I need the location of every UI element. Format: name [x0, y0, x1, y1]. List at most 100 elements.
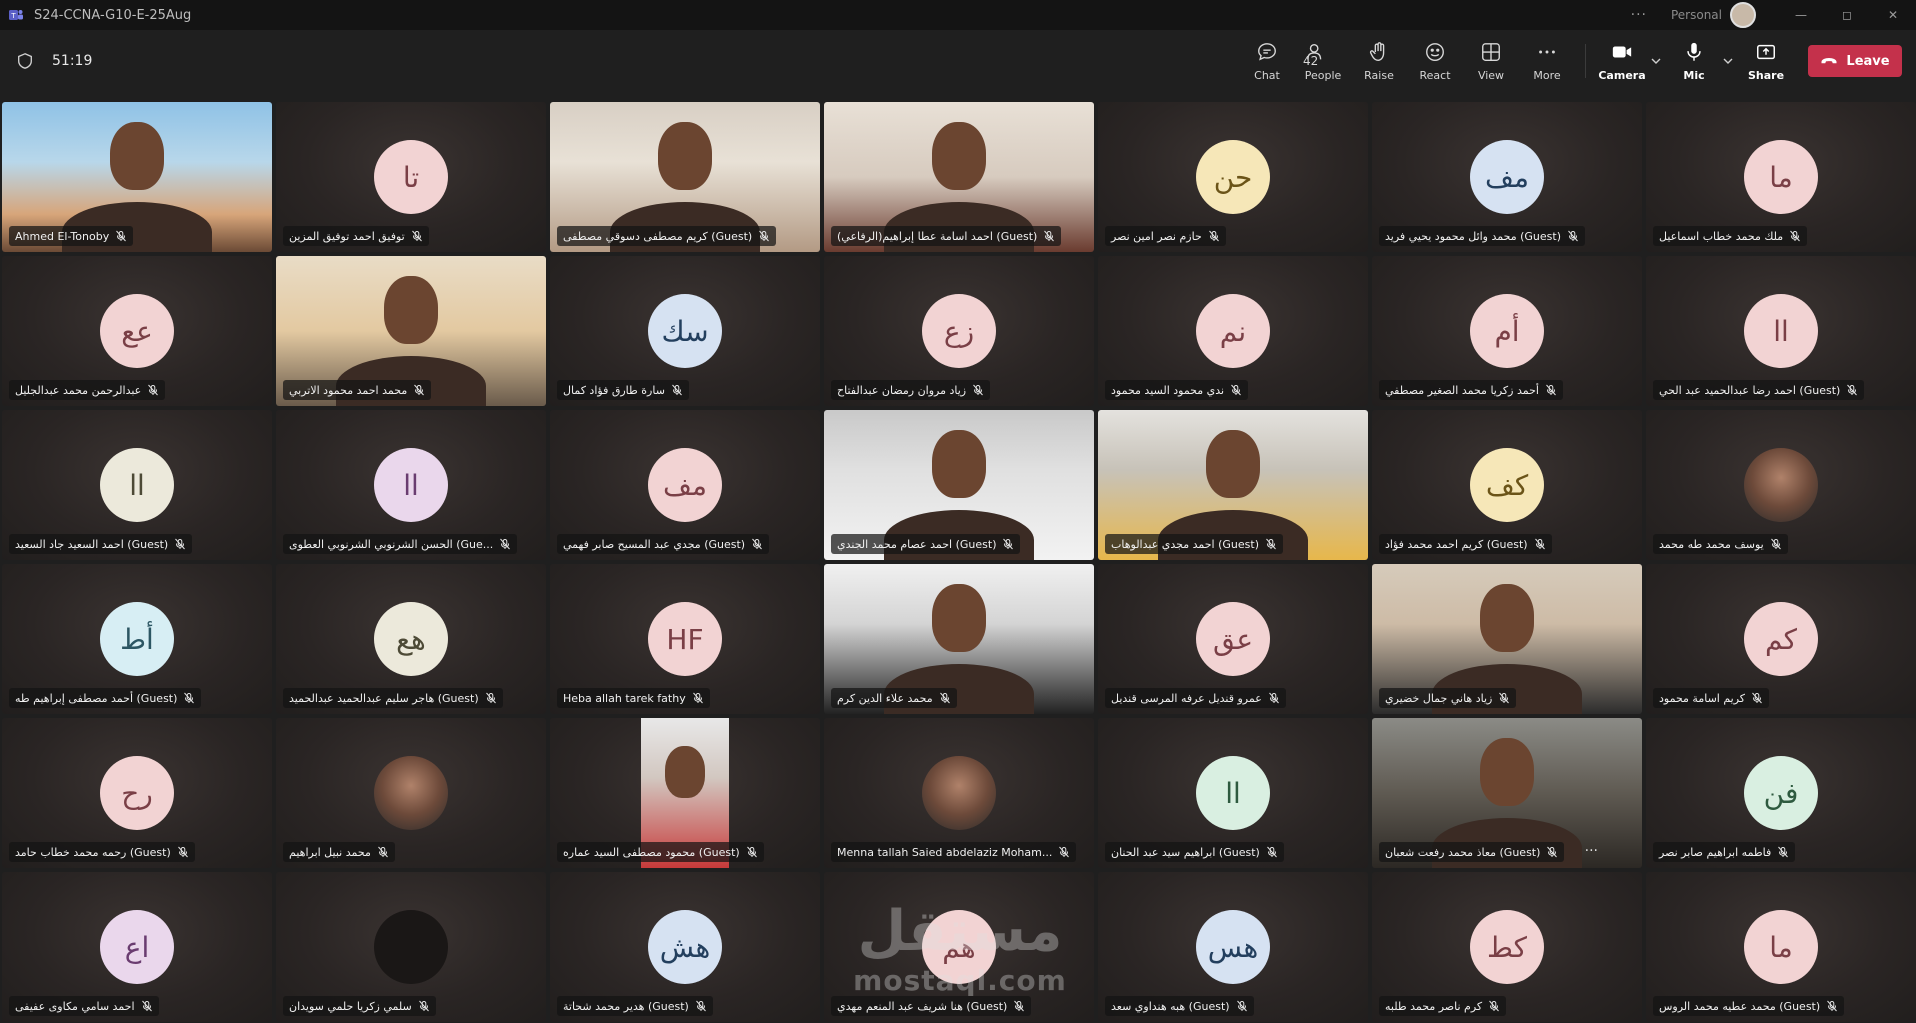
more-options-icon[interactable]: ··· — [1631, 7, 1647, 23]
participant-tile[interactable]: ما محمد عطيه محمد الروس (Guest) — [1646, 872, 1916, 1022]
participant-name: مجدي عبد المسيح صابر فهمي (Guest) — [563, 537, 746, 551]
participant-tile[interactable]: احمد اسامة عطا إبراهيم(الرفاعي) (Guest) — [824, 102, 1094, 252]
leave-button[interactable]: Leave — [1808, 45, 1902, 77]
participant-tile[interactable]: مف محمد وائل محمود يحيي فريد (Guest) — [1372, 102, 1642, 252]
participant-tile[interactable]: احمد مجدي عبدالوهاب (Guest) — [1098, 410, 1368, 560]
participant-tile[interactable]: كريم مصطفى دسوقي مصطفى (Guest) — [550, 102, 820, 252]
mic-muted-icon — [116, 230, 127, 242]
profile-label[interactable]: Personal — [1671, 8, 1722, 22]
participant-tile[interactable]: معاذ محمد رفعت شعبان (Guest) ··· — [1372, 718, 1642, 868]
mic-muted-icon — [1778, 846, 1789, 858]
participant-tile[interactable]: زياد هاني جمال خضيري — [1372, 564, 1642, 714]
participant-tile[interactable]: هش هدير محمد شحاتة (Guest) — [550, 872, 820, 1022]
participant-tile[interactable]: محمد نبيل ابراهيم — [276, 718, 546, 868]
participant-tile[interactable]: تا توفيق احمد توفيق المزين — [276, 102, 546, 252]
avatar — [922, 756, 996, 830]
avatar: كم — [1744, 602, 1818, 676]
mic-muted-icon — [148, 384, 159, 396]
mic-muted-icon — [1499, 692, 1510, 704]
participant-tile[interactable]: ما ملك محمد خطاب اسماعيل — [1646, 102, 1916, 252]
participant-tile[interactable]: هع هاجر سليم عبدالحميد عبدالحميد (Guest) — [276, 564, 546, 714]
participant-more-options-icon[interactable]: ··· — [1585, 843, 1598, 859]
avatar: مف — [1470, 140, 1544, 214]
participant-name: سارة طارق فؤاد كمال — [563, 383, 665, 397]
participant-name: محمد نبيل ابراهيم — [289, 845, 371, 859]
camera-button[interactable]: Camera — [1596, 30, 1648, 92]
participant-tile[interactable]: سك سارة طارق فؤاد كمال — [550, 256, 820, 406]
participant-tile[interactable]: اع احمد سامي مكاوى عفيفى — [2, 872, 272, 1022]
avatar: HF — [648, 602, 722, 676]
mic-muted-icon — [500, 538, 511, 550]
participant-tile[interactable]: كم كريم اسامة محمود — [1646, 564, 1916, 714]
participant-tile[interactable]: عق عمرو قنديل عرفه المرسى قنديل — [1098, 564, 1368, 714]
participant-tile[interactable]: أم أحمد زكريا محمد الصغير مصطفي — [1372, 256, 1642, 406]
participant-name: Menna tallah Saied abdelaziz Moham... — [837, 845, 1053, 859]
minimize-icon[interactable]: — — [1778, 0, 1824, 30]
participant-tile[interactable]: محمد علاء الدين كرم — [824, 564, 1094, 714]
participant-tile[interactable]: فن فاطمه ابراهيم صابر نصر — [1646, 718, 1916, 868]
participant-tile[interactable]: رح رحمه محمد خطاب حامد (Guest) — [2, 718, 272, 868]
participant-tile[interactable]: محمود مصطفى السيد عماره (Guest) — [550, 718, 820, 868]
participant-tile[interactable]: Menna tallah Saied abdelaziz Moham... — [824, 718, 1094, 868]
participant-name: كرم ناصر محمد طلبه — [1385, 999, 1483, 1013]
participant-video-head — [665, 746, 705, 798]
mic-muted-icon — [1059, 846, 1070, 858]
people-button[interactable]: 42 People — [1295, 30, 1351, 92]
participant-tile[interactable]: عع عبدالرحمن محمد عبدالجليل — [2, 256, 272, 406]
participant-tile[interactable]: هس هبه هنداوي سعد (Guest) — [1098, 872, 1368, 1022]
participant-nameplate: Heba allah tarek fathy — [557, 688, 710, 708]
chat-button[interactable]: Chat — [1239, 30, 1295, 92]
participant-tile[interactable]: اا احمد السعيد جاد السعيد (Guest) — [2, 410, 272, 560]
mic-muted-icon — [752, 538, 762, 550]
raise-hand-button[interactable]: Raise — [1351, 30, 1407, 92]
participant-tile[interactable]: نم ندي محمود السيد محمود — [1098, 256, 1368, 406]
participant-tile[interactable]: اا الحسن الشرنوبي الشرنوبي العطوى (Gue... — [276, 410, 546, 560]
participant-nameplate: كريم مصطفى دسوقي مصطفى (Guest) — [557, 226, 777, 246]
react-button[interactable]: React — [1407, 30, 1463, 92]
participant-name: الحسن الشرنوبي الشرنوبي العطوى (Gue... — [289, 537, 494, 551]
avatar: أط — [100, 602, 174, 676]
participant-name: احمد السعيد جاد السعيد (Guest) — [15, 537, 169, 551]
view-button[interactable]: View — [1463, 30, 1519, 92]
shield-icon[interactable] — [16, 52, 34, 70]
svg-text:T: T — [10, 12, 16, 20]
participant-tile[interactable]: زع زياد مروان رمضان عبدالفتاح — [824, 256, 1094, 406]
participant-name: زياد هاني جمال خضيري — [1385, 691, 1493, 705]
participant-tile[interactable]: مف مجدي عبد المسيح صابر فهمي (Guest) — [550, 410, 820, 560]
share-button[interactable]: Share — [1740, 30, 1792, 92]
participant-video-feed — [1480, 584, 1534, 652]
grid-view-icon — [1482, 42, 1500, 61]
participant-tile[interactable]: Ahmed El-Tonoby — [2, 102, 272, 252]
participant-tile[interactable]: أط أحمد مصطفى إبراهيم طه (Guest) — [2, 564, 272, 714]
participant-nameplate: فاطمه ابراهيم صابر نصر — [1653, 842, 1796, 862]
maximize-icon[interactable]: ◻ — [1824, 0, 1870, 30]
participant-nameplate: احمد عصام محمد الجندي (Guest) — [831, 534, 1021, 554]
participant-tile[interactable]: كف كريم احمد محمد فؤاد (Guest) — [1372, 410, 1642, 560]
participant-nameplate: محمد عطيه محمد الروس (Guest) — [1653, 996, 1845, 1016]
participant-tile[interactable]: يوسف محمد طه محمد — [1646, 410, 1916, 560]
participant-tile[interactable]: حن حازم نصر امين نصر — [1098, 102, 1368, 252]
avatar: رح — [100, 756, 174, 830]
participant-tile[interactable]: احمد عصام محمد الجندي (Guest) — [824, 410, 1094, 560]
close-icon[interactable]: ✕ — [1870, 0, 1916, 30]
participant-tile[interactable]: محمد احمد محمود الاتربي — [276, 256, 546, 406]
mic-muted-icon — [1790, 230, 1801, 242]
mic-muted-icon — [973, 384, 983, 396]
camera-options-button[interactable] — [1648, 30, 1664, 92]
participant-name: عمرو قنديل عرفه المرسى قنديل — [1111, 691, 1262, 705]
mic-button[interactable]: Mic — [1668, 30, 1720, 92]
leave-label: Leave — [1846, 53, 1890, 69]
participant-tile[interactable]: اا ابراهيم سيد عبد الحنان (Guest) — [1098, 718, 1368, 868]
participant-tile[interactable]: هم هنا شريف عبد المنعم مهدي (Guest) — [824, 872, 1094, 1022]
share-icon — [1757, 44, 1775, 59]
participant-tile[interactable]: HF Heba allah tarek fathy — [550, 564, 820, 714]
participant-tile[interactable]: سلمي زكريا حلمي سويدان — [276, 872, 546, 1022]
microphone-icon — [1687, 42, 1701, 61]
participant-name: محمود مصطفى السيد عماره (Guest) — [563, 845, 740, 859]
mic-options-button[interactable] — [1720, 30, 1736, 92]
participant-video-feed — [932, 430, 986, 498]
participant-tile[interactable]: كط كرم ناصر محمد طلبه — [1372, 872, 1642, 1022]
participant-tile[interactable]: اا احمد رضا عبدالحميد عبد الحي (Guest) — [1646, 256, 1916, 406]
profile-avatar[interactable] — [1730, 2, 1756, 28]
more-button[interactable]: More — [1519, 30, 1575, 92]
